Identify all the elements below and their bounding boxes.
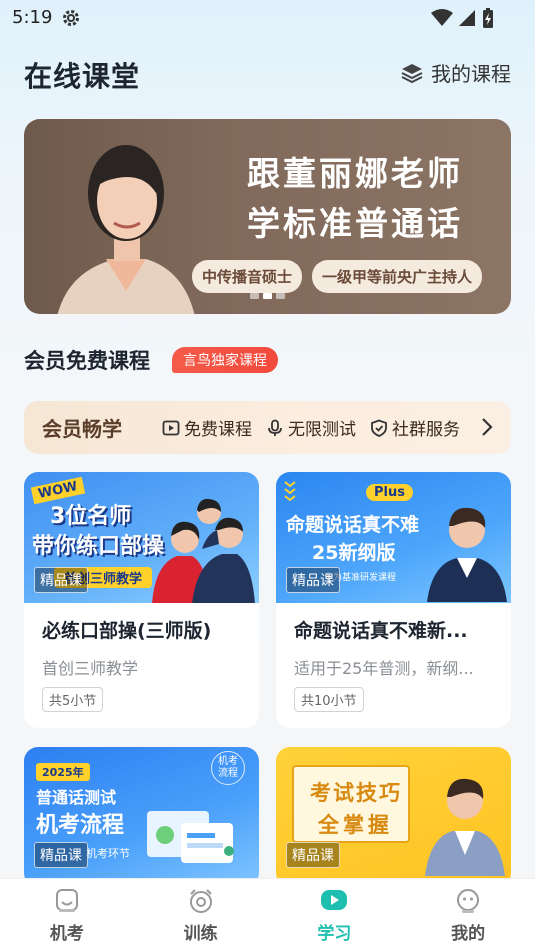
teacher-portrait	[57, 145, 195, 314]
premium-badge: 精品课	[286, 842, 340, 868]
battery-icon	[483, 8, 493, 28]
thumb-year: 2025年	[36, 763, 90, 781]
course-thumbnail: Plus 命题说话真不难 25新纲版 专为基准研发课程 精品课	[276, 472, 511, 603]
course-card[interactable]: 2025年 普通话测试 机考流程 机考流程 机考环节 精品课	[24, 747, 259, 887]
nav-label: 机考	[49, 924, 84, 944]
thumb-headline: 命题说话真不难	[286, 514, 420, 536]
thumb-subheadline: 带你练口部操	[32, 534, 165, 559]
perks-title: 会员畅学	[42, 417, 122, 441]
perk-label: 无限测试	[288, 420, 356, 440]
membership-perks-bar[interactable]: 会员畅学 免费课程 无限测试 社群服务	[24, 401, 511, 454]
thumb-headline: 3位名师	[50, 504, 132, 529]
premium-badge: 精品课	[34, 842, 88, 868]
teacher-image	[427, 507, 507, 602]
course-card[interactable]: 考试技巧 全掌握 精品课	[276, 747, 511, 887]
play-square-icon	[162, 420, 180, 435]
gear-icon	[63, 10, 79, 26]
nav-tab-mine[interactable]: 我的	[401, 879, 535, 951]
thumb-plus: Plus	[366, 484, 413, 501]
banner-title: 跟董丽娜老师 学标准普通话	[220, 149, 490, 249]
layers-icon	[401, 63, 423, 83]
banner-tag: 一级甲等前央广主持人	[312, 260, 483, 293]
nav-tab-exam[interactable]: 机考	[0, 879, 134, 951]
thumb-subheadline: 机考流程	[36, 813, 125, 838]
my-courses-label: 我的课程	[431, 62, 511, 86]
alarm-clock-icon	[189, 889, 212, 913]
perk-free-courses: 免费课程	[162, 415, 252, 440]
carousel-indicator	[250, 293, 285, 299]
microphone-icon	[268, 419, 282, 436]
page-title: 在线课堂	[24, 60, 141, 93]
carousel-dot-active[interactable]	[263, 293, 272, 299]
thumb-headline: 普通话测试	[36, 788, 117, 807]
computer-illustration	[147, 811, 234, 863]
premium-badge: 精品课	[34, 567, 88, 593]
course-title: 命题说话真不难新...	[294, 620, 468, 642]
thumb-corner-badge: 机考流程	[211, 751, 245, 785]
course-title: 必练口部操(三师版)	[42, 620, 212, 642]
chevrons-icon	[284, 481, 296, 502]
my-courses-button[interactable]: 我的课程	[401, 58, 511, 87]
thumb-subheadline: 25新纲版	[312, 542, 396, 564]
banner-title-line1: 跟董丽娜老师	[247, 154, 463, 193]
course-card[interactable]: WOW 3位名师 带你练口部操 首创三师教学 精品课 必练口部操(三师版) 首创…	[24, 472, 259, 728]
perk-unlimited-tests: 无限测试	[266, 415, 356, 440]
shield-icon	[371, 419, 387, 437]
thumb-tagline: 机考环节	[86, 847, 130, 860]
wifi-icon	[431, 9, 453, 26]
perk-label: 社群服务	[392, 420, 460, 440]
bottom-navigation: 机考 训练 学习 我的	[0, 878, 535, 951]
lesson-count: 共5小节	[42, 687, 104, 712]
nav-tab-training[interactable]: 训练	[134, 879, 268, 951]
lesson-count: 共10小节	[294, 687, 364, 712]
nav-tab-study[interactable]: 学习	[268, 879, 402, 951]
promo-banner[interactable]: 跟董丽娜老师 学标准普通话 中传播音硕士 一级甲等前央广主持人	[24, 119, 511, 314]
banner-title-line2: 学标准普通话	[247, 204, 463, 243]
thumb-headline: 考试技巧	[310, 781, 402, 805]
banner-tag: 中传播音硕士	[192, 260, 303, 293]
premium-badge: 精品课	[286, 567, 340, 593]
teacher-image	[425, 778, 505, 876]
perk-community: 社群服务	[370, 415, 460, 440]
perk-label: 免费课程	[184, 420, 252, 440]
course-thumbnail: WOW 3位名师 带你练口部操 首创三师教学 精品课	[24, 472, 259, 603]
carousel-dot[interactable]	[250, 293, 259, 299]
signal-icon	[459, 10, 475, 26]
status-bar: 5:19	[0, 0, 535, 38]
header: 在线课堂 我的课程	[24, 50, 511, 94]
nav-label: 训练	[183, 924, 218, 944]
section-title: 会员免费课程	[24, 349, 150, 373]
status-time: 5:19	[12, 7, 53, 28]
course-subtitle: 首创三师教学	[42, 659, 139, 678]
course-subtitle: 适用于25年普测，新纲...	[294, 659, 474, 678]
course-thumbnail: 2025年 普通话测试 机考流程 机考流程 机考环节 精品课	[24, 747, 259, 878]
play-button-icon	[321, 890, 348, 910]
course-card[interactable]: Plus 命题说话真不难 25新纲版 专为基准研发课程 精品课 命题说话真不难新…	[276, 472, 511, 728]
course-thumbnail: 考试技巧 全掌握 精品课	[276, 747, 511, 878]
teachers-image	[152, 498, 255, 603]
chevron-right-icon[interactable]	[481, 417, 493, 437]
nav-label: 学习	[317, 924, 352, 944]
thumb-subheadline: 全掌握	[318, 813, 393, 837]
banner-tags: 中传播音硕士 一级甲等前央广主持人	[192, 260, 483, 293]
computer-exam-icon	[55, 889, 78, 912]
profile-face-icon	[457, 889, 480, 913]
carousel-dot[interactable]	[276, 293, 285, 299]
nav-label: 我的	[451, 924, 486, 944]
exclusive-badge: 言鸟独家课程	[172, 347, 278, 373]
